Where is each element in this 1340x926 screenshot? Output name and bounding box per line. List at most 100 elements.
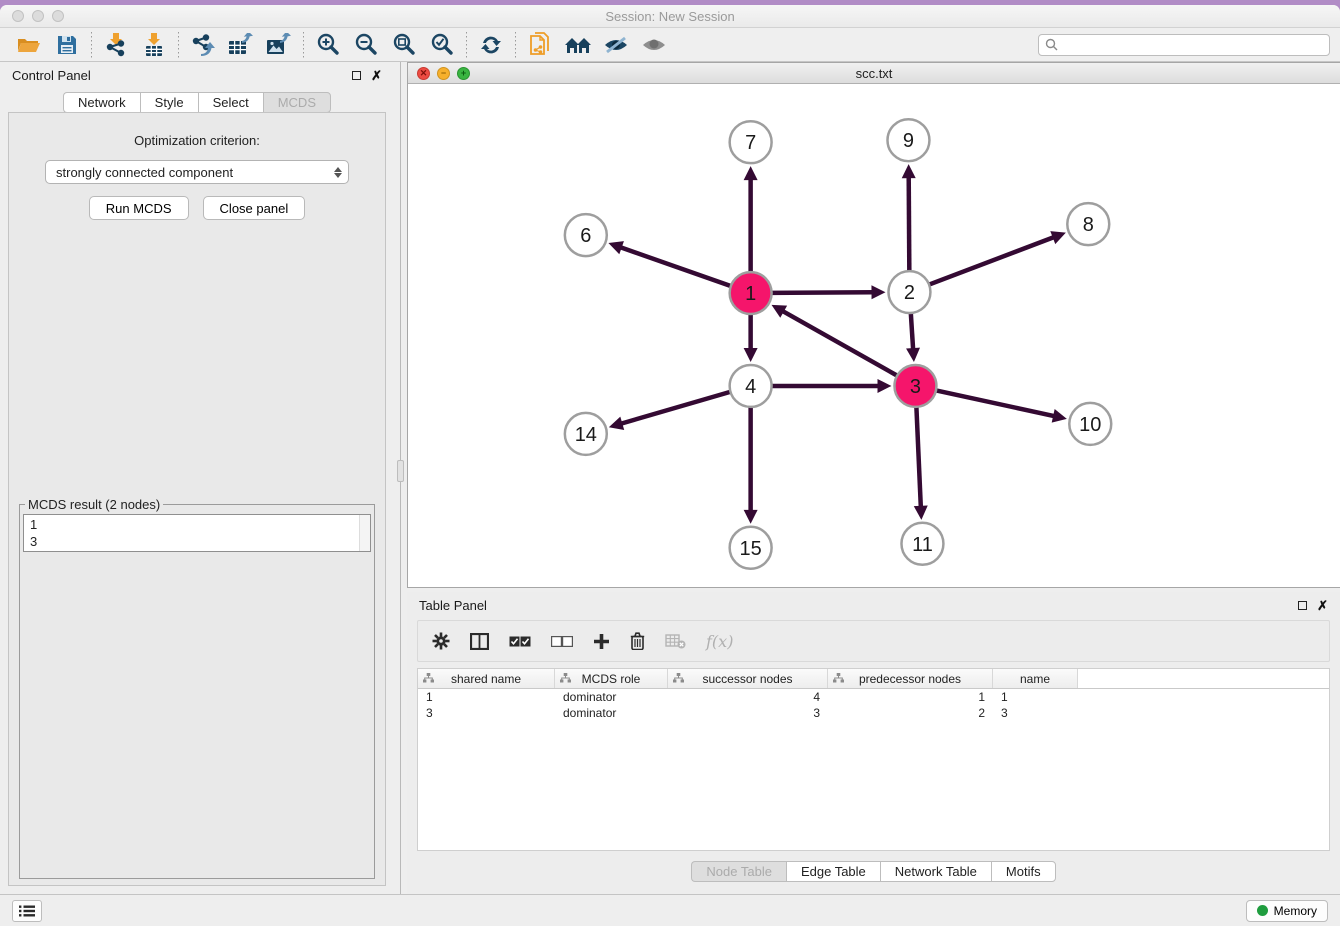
refresh-view-button[interactable] xyxy=(472,30,510,60)
graph-edge-2-8[interactable] xyxy=(928,237,1055,285)
close-table-panel-icon[interactable]: ✗ xyxy=(1317,599,1328,612)
new-network-from-selection-button[interactable] xyxy=(521,30,559,60)
zoom-fit-icon xyxy=(392,33,416,57)
tab-node-table[interactable]: Node Table xyxy=(691,861,786,882)
close-panel-button[interactable]: Close panel xyxy=(203,196,306,220)
table-row[interactable]: 1 dominator 4 1 1 xyxy=(418,689,1329,705)
network-canvas[interactable]: 7968124314101511 xyxy=(408,84,1340,587)
eye-slash-icon xyxy=(603,35,629,55)
memory-label: Memory xyxy=(1274,904,1317,918)
result-scrollbar[interactable] xyxy=(359,515,370,551)
open-session-button[interactable] xyxy=(10,30,48,60)
tree-icon xyxy=(560,673,571,683)
export-network-button[interactable] xyxy=(184,30,222,60)
export-image-button[interactable] xyxy=(260,30,298,60)
search-icon xyxy=(1045,38,1058,51)
mcds-tab-content: Optimization criterion: strongly connect… xyxy=(8,112,386,886)
show-log-button[interactable] xyxy=(12,900,42,922)
graph-edge-1-2[interactable] xyxy=(771,292,874,293)
home-button[interactable] xyxy=(559,30,597,60)
graph-edge-2-9[interactable] xyxy=(909,176,910,272)
graph-node-label: 11 xyxy=(912,534,933,556)
table-row[interactable]: 3 dominator 3 2 3 xyxy=(418,705,1329,721)
tab-network-table[interactable]: Network Table xyxy=(880,861,991,882)
graph-node-label: 3 xyxy=(910,376,921,398)
column-header-shared-name[interactable]: shared name xyxy=(418,669,555,688)
graph-edge-arrowhead xyxy=(744,348,758,362)
column-header-predecessor-nodes[interactable]: predecessor nodes xyxy=(828,669,993,688)
graph-edge-3-11[interactable] xyxy=(916,406,921,508)
column-header-successor-nodes[interactable]: successor nodes xyxy=(668,669,828,688)
select-all-columns-button[interactable] xyxy=(509,636,531,647)
toolbar-separator xyxy=(515,32,516,58)
delete-table-button[interactable] xyxy=(665,634,686,649)
graph-edge-3-10[interactable] xyxy=(935,390,1055,416)
search-field-container xyxy=(1038,34,1330,56)
graph-edge-arrowhead xyxy=(877,379,891,393)
graph-edge-arrowhead xyxy=(914,506,928,520)
zoom-in-button[interactable] xyxy=(309,30,347,60)
run-mcds-button[interactable]: Run MCDS xyxy=(89,196,189,220)
zoom-fit-button[interactable] xyxy=(385,30,423,60)
save-session-button[interactable] xyxy=(48,30,86,60)
mcds-result-title: MCDS result (2 nodes) xyxy=(25,497,163,512)
function-builder-button[interactable]: f(x) xyxy=(706,632,733,651)
graph-edge-2-3[interactable] xyxy=(911,312,913,350)
toolbar-separator xyxy=(178,32,179,58)
hide-selected-button[interactable] xyxy=(597,30,635,60)
float-panel-icon[interactable] xyxy=(352,71,361,80)
graph-edge-arrowhead xyxy=(608,241,624,254)
column-header-mcds-role[interactable]: MCDS role xyxy=(555,669,668,688)
tree-icon xyxy=(423,673,434,683)
close-panel-icon[interactable]: ✗ xyxy=(371,69,382,82)
zoom-in-icon xyxy=(316,33,340,57)
right-column: ✕ − + scc.txt 7968124314101511 Table Pan… xyxy=(407,62,1340,894)
table-options-button[interactable] xyxy=(432,632,450,650)
app-window: Session: New Session xyxy=(0,5,1340,926)
float-table-panel-icon[interactable] xyxy=(1298,601,1307,610)
divider-grip[interactable] xyxy=(397,460,404,482)
search-input[interactable] xyxy=(1063,38,1323,52)
network-window-title: scc.txt xyxy=(408,66,1340,81)
unselect-all-columns-button[interactable] xyxy=(551,636,573,647)
tree-icon xyxy=(833,673,844,683)
zoom-selected-button[interactable] xyxy=(423,30,461,60)
panel-divider[interactable] xyxy=(394,62,407,894)
optimization-criterion-label: Optimization criterion: xyxy=(9,133,385,148)
zoom-out-button[interactable] xyxy=(347,30,385,60)
table-panel-header: Table Panel ✗ xyxy=(407,592,1340,618)
export-table-icon xyxy=(228,33,254,57)
import-network-button[interactable] xyxy=(97,30,135,60)
show-column-button[interactable] xyxy=(470,633,489,650)
tab-mcds[interactable]: MCDS xyxy=(263,92,331,113)
delete-columns-button[interactable] xyxy=(630,632,645,650)
create-column-button[interactable] xyxy=(593,633,610,650)
graph-node-label: 9 xyxy=(903,130,914,152)
tab-style[interactable]: Style xyxy=(140,92,198,113)
tab-network[interactable]: Network xyxy=(63,92,140,113)
main-area: Control Panel ✗ Network Style Select MCD… xyxy=(0,62,1340,894)
graph-edge-3-1[interactable] xyxy=(782,311,898,376)
zoom-out-icon xyxy=(354,33,378,57)
column-header-name[interactable]: name xyxy=(993,669,1078,688)
import-network-icon xyxy=(105,33,127,57)
graph-edge-4-14[interactable] xyxy=(620,392,731,424)
tab-edge-table[interactable]: Edge Table xyxy=(786,861,880,882)
tab-select[interactable]: Select xyxy=(198,92,263,113)
window-title: Session: New Session xyxy=(0,9,1340,24)
eye-icon xyxy=(641,35,667,55)
mcds-result-text[interactable]: 1 3 xyxy=(24,515,359,551)
graph-node-label: 1 xyxy=(745,283,756,305)
graph-edge-1-6[interactable] xyxy=(620,247,732,286)
table-tabs: Node Table Edge Table Network Table Moti… xyxy=(407,851,1340,894)
import-table-button[interactable] xyxy=(135,30,173,60)
graph-edge-arrowhead xyxy=(871,285,885,299)
export-table-button[interactable] xyxy=(222,30,260,60)
memory-button[interactable]: Memory xyxy=(1246,900,1328,922)
show-all-button[interactable] xyxy=(635,30,673,60)
tab-motifs[interactable]: Motifs xyxy=(991,861,1056,882)
network-from-selection-icon xyxy=(528,32,552,58)
trash-icon xyxy=(630,632,645,650)
columns-icon xyxy=(470,633,489,650)
optimization-criterion-select[interactable]: strongly connected component xyxy=(45,160,349,184)
